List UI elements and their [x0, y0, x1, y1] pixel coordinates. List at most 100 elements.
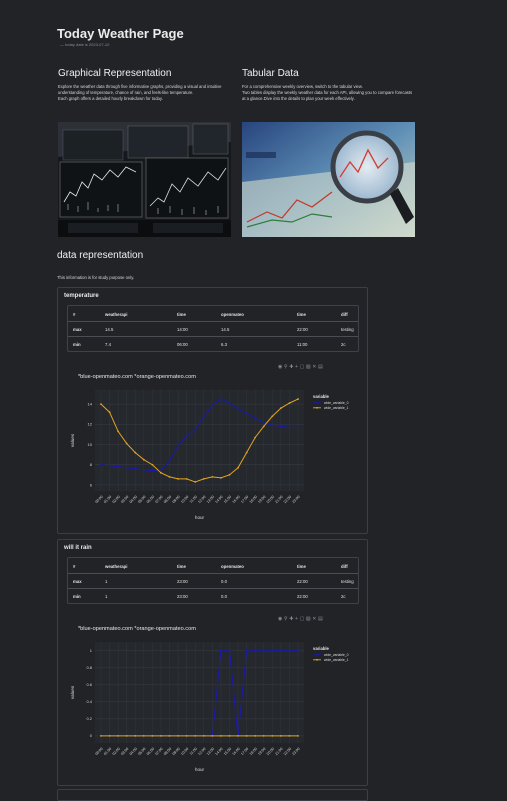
study-purpose-note: This information is for study purpose on… [57, 275, 135, 280]
data-point [100, 463, 102, 466]
col-header: weatherapi [105, 563, 128, 569]
stock-market-screen-image [58, 122, 231, 237]
x-tick-label: 20:00 [266, 747, 275, 756]
y-tick-label: 6 [90, 482, 93, 487]
data-point [220, 649, 222, 652]
legend-marker [316, 658, 318, 661]
data-point [185, 435, 188, 438]
x-tick-label: 17:00 [240, 495, 249, 504]
y-tick-label: 14 [88, 401, 93, 406]
legend-title: variable [313, 646, 330, 651]
x-tick-label: 07:00 [154, 495, 163, 504]
table-header-row: # weatherapi time openmateo time diff [68, 306, 358, 322]
temperature-chart: 00:00 01:00 02:00 03:00 04:00 05:00 06:00 07:00… [70, 390, 349, 520]
x-tick-label: 01:00 [103, 495, 112, 504]
y-tick-label: 8 [90, 462, 93, 467]
data-point [125, 442, 128, 445]
chart-toolbar: ◉⚲✚+▢▧✕▤ [278, 364, 324, 370]
x-tick-label: 21:00 [274, 495, 283, 504]
x-tick-label: 19:00 [257, 495, 266, 504]
x-tick-label: 05:00 [137, 747, 146, 756]
logo-icon[interactable]: ▤ [318, 616, 324, 622]
data-point [245, 412, 248, 415]
legend-label: wide_variable_1 [324, 658, 349, 662]
col-header: openmateo [221, 563, 244, 569]
data-point [279, 734, 282, 737]
data-point [168, 459, 171, 462]
temperature-table: # weatherapi time openmateo time diff ma… [67, 305, 359, 352]
diff-cell: 2c [336, 588, 358, 603]
data-point [288, 402, 291, 405]
x-tick-label: 22:00 [283, 495, 292, 504]
col-header: # [73, 311, 76, 317]
data-point [194, 428, 197, 431]
y-tick-label: 12 [88, 422, 93, 427]
plot-area [95, 390, 304, 491]
x-tick-label: 04:00 [129, 495, 138, 504]
legend-label: wide_variable_0 [324, 401, 349, 405]
logo-icon[interactable]: ▤ [318, 364, 324, 370]
x-tick-label: 02:00 [112, 747, 121, 756]
data-point [185, 734, 188, 737]
col-header: openmateo [221, 311, 244, 317]
data-point [279, 407, 282, 410]
x-tick-label: 11:00 [189, 495, 198, 504]
data-point [160, 471, 162, 474]
x-tick-label: 01:00 [103, 747, 112, 756]
col-header: time [297, 311, 306, 317]
data-point [177, 477, 179, 480]
x-tick-label: 07:00 [154, 747, 163, 756]
table-header-row: # weatherapi time openmateo time diff [68, 558, 358, 574]
data-point [245, 649, 248, 652]
data-point [142, 458, 145, 461]
data-point [297, 734, 299, 737]
diff-cell: 2c [336, 336, 358, 351]
data-point [194, 734, 197, 737]
data-point [202, 734, 205, 737]
weatherapi-cell: 7.4 [100, 336, 172, 351]
table-row: min 7.4 06:00 6.3 11:00 2c [68, 336, 358, 351]
data-point [125, 466, 128, 469]
y-tick-label: 0.4 [86, 699, 92, 704]
data-point [237, 466, 239, 469]
data-point [177, 444, 179, 447]
col-header: weatherapi [105, 311, 128, 317]
temperature-panel: temperature # weatherapi time openmateo … [57, 287, 368, 534]
data-point [134, 734, 137, 737]
data-point [160, 734, 162, 737]
data-point [108, 411, 111, 414]
data-point [288, 426, 291, 429]
diff-cell: testing [336, 321, 358, 337]
data-point [228, 734, 231, 737]
x-tick-label: 09:00 [172, 495, 181, 504]
data-point [245, 451, 248, 454]
legend-title: variable [313, 394, 330, 399]
data-point [297, 398, 299, 400]
rain-chart: 00:00 01:00 02:00 03:00 04:00 05:00 06:00 07:00… [70, 642, 349, 772]
data-point [134, 467, 137, 470]
data-point [151, 469, 154, 472]
legend-label: wide_variable_1 [324, 406, 349, 410]
legend-marker [316, 653, 318, 656]
data-point [134, 451, 137, 454]
data-point [125, 734, 128, 737]
chart-toolbar: ◉⚲✚+▢▧✕▤ [278, 616, 324, 622]
legend-label: wide_variable_0 [324, 653, 349, 657]
table-row: max 1 23:00 0.0 22:00 testing [68, 573, 358, 589]
legend-marker [316, 406, 318, 409]
data-point [202, 415, 205, 418]
y-tick-label: 1 [90, 648, 93, 653]
data-point [100, 403, 102, 406]
diff-cell: testing [336, 573, 358, 589]
graphical-heading: Graphical Representation [58, 68, 172, 79]
x-tick-label: 13:00 [206, 747, 215, 756]
x-tick-label: 20:00 [266, 495, 275, 504]
data-point [211, 475, 214, 478]
x-tick-label: 17:00 [240, 747, 249, 756]
page-subtitle: — today date is 2023-07-10 [60, 42, 110, 47]
x-tick-label: 04:00 [129, 747, 138, 756]
col-header: time [177, 563, 186, 569]
data-point [117, 465, 120, 468]
x-tick-label: 06:00 [146, 495, 155, 504]
x-tick-label: 18:00 [249, 747, 258, 756]
